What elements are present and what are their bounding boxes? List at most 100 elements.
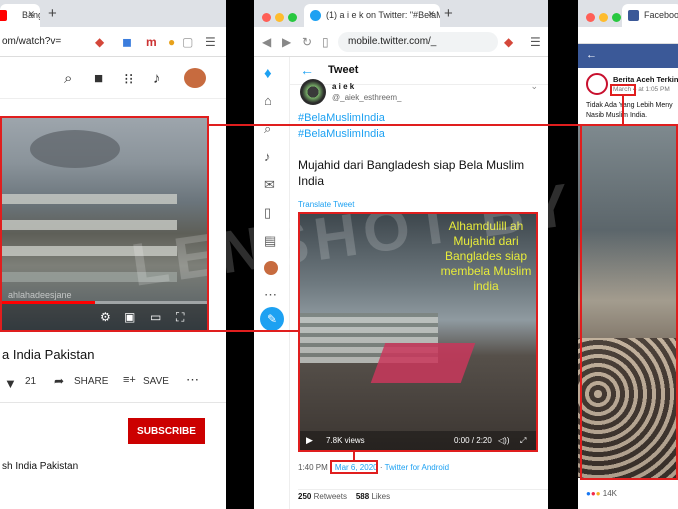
miniplayer-icon[interactable]: ▣ xyxy=(124,310,135,324)
home-icon[interactable]: ⌂ xyxy=(264,93,272,108)
theater-mode-icon[interactable]: ▭ xyxy=(150,310,161,324)
tweet-detail: ← Tweet a i e k @_aiek_esthreem_ ⌄ #Bela… xyxy=(290,57,548,509)
video-actions: ▼ 21 ➦ SHARE ≡+ SAVE ⋯ xyxy=(0,372,226,394)
close-window-icon[interactable] xyxy=(586,13,595,22)
video-ferry-deck xyxy=(0,194,177,204)
youtube-favicon-icon xyxy=(0,10,7,21)
minimize-window-icon[interactable] xyxy=(275,13,284,22)
post-meta: March 4 at 1:05 PM xyxy=(613,86,670,93)
close-window-icon[interactable] xyxy=(262,13,271,22)
tweet-author-handle[interactable]: @_aiek_esthreem_ xyxy=(332,93,402,102)
create-video-icon[interactable]: ■ xyxy=(94,70,103,87)
tweet-meta: 1:40 PM · Mar 6, 2020 · Twitter for Andr… xyxy=(298,463,450,472)
reaction-count: 14K xyxy=(602,489,617,498)
post-text-line: Tidak Ada Yang Lebih Meny xyxy=(586,102,673,109)
explore-search-icon[interactable]: ⌕ xyxy=(264,121,271,137)
apps-grid-icon[interactable]: ⁝⁝ xyxy=(124,70,134,88)
search-icon[interactable]: ⌕ xyxy=(64,70,72,87)
tweet-date[interactable]: Mar 6, 2020 xyxy=(335,463,378,472)
back-arrow-icon[interactable]: ◀ xyxy=(262,35,271,49)
hashtag-link[interactable]: #BelaMuslimIndia xyxy=(298,112,385,124)
page-name[interactable]: Berita Aceh Terkini xyxy=(613,75,678,84)
close-tab-icon[interactable]: ✕ xyxy=(27,9,35,20)
extension-m-icon[interactable]: m xyxy=(146,35,157,49)
video-view-count: 7.8K views xyxy=(326,436,365,445)
brave-shield-icon[interactable]: ◆ xyxy=(504,35,513,49)
more-options-icon[interactable]: ⋯ xyxy=(186,372,199,388)
video-time-code: 0:00 / 2:20 xyxy=(454,436,492,445)
video-controls: ▶ 7.8K views 0:00 / 2:20 ◁)) ⤢ xyxy=(298,431,536,451)
chevron-down-icon[interactable]: ⌄ xyxy=(530,81,538,92)
extension-icon[interactable]: ▢ xyxy=(182,35,193,49)
youtube-header: ⌕ ■ ⁝⁝ ♪ xyxy=(0,57,226,99)
brave-shield-icon[interactable]: ◆ xyxy=(95,35,104,49)
tweet-author-name[interactable]: a i e k xyxy=(332,82,354,91)
like-count[interactable]: 588 xyxy=(356,492,369,501)
twitter-address-bar: ◀ ▶ ↻ ▯ mobile.twitter.com/_ ◆ ☰ xyxy=(254,27,548,57)
settings-gear-icon[interactable]: ⚙ xyxy=(100,310,111,324)
play-icon[interactable]: ▶ xyxy=(306,435,313,446)
retweet-count[interactable]: 250 xyxy=(298,492,311,501)
video-pink-tarp xyxy=(370,343,476,383)
facebook-top-bar: ← xyxy=(578,44,678,68)
fullscreen-icon[interactable]: ⤢ xyxy=(520,436,526,446)
compose-tweet-button[interactable]: ✎ xyxy=(260,307,284,331)
browser-menu-icon[interactable]: ☰ xyxy=(205,35,216,49)
new-tab-icon[interactable]: + xyxy=(444,5,453,22)
screenshot-stage: Bangladesh Indi ✕ + om/watch?v= ◆ ◼ m ● … xyxy=(0,0,678,509)
tweet-header: ← Tweet xyxy=(290,57,548,85)
youtube-video-player[interactable]: ahlahadeesjane ⚙ ▣ ▭ ⛶ xyxy=(0,116,207,330)
dislike-icon[interactable]: ▼ xyxy=(4,376,17,391)
back-arrow-icon[interactable]: ← xyxy=(300,62,314,78)
tweet-source-link[interactable]: Twitter for Android xyxy=(385,463,449,472)
volume-icon[interactable]: ◁)) xyxy=(498,436,509,445)
share-button[interactable]: SHARE xyxy=(74,376,108,387)
tweet-author-avatar[interactable] xyxy=(300,79,326,105)
page-avatar[interactable] xyxy=(586,73,608,95)
forward-arrow-icon[interactable]: ▶ xyxy=(282,35,291,49)
maximize-window-icon[interactable] xyxy=(612,13,621,22)
account-avatar[interactable] xyxy=(184,68,206,88)
divider xyxy=(0,402,226,403)
browser-menu-icon[interactable]: ☰ xyxy=(530,35,541,49)
tweet-stats: 250 Retweets 588 Likes xyxy=(298,489,548,501)
twitter-url-field[interactable]: mobile.twitter.com/_ xyxy=(338,32,498,52)
notifications-bell-icon[interactable]: ♪ xyxy=(264,149,271,164)
twitter-tab-title: (1) a i e k on Twitter: "#BelaMuslim xyxy=(326,10,440,20)
twitter-tab[interactable]: (1) a i e k on Twitter: "#BelaMuslim ✕ xyxy=(304,4,440,27)
minimize-window-icon[interactable] xyxy=(599,13,608,22)
facebook-window: Facebook W ← Berita Aceh Terkini March 4… xyxy=(578,0,678,509)
facebook-tab[interactable]: Facebook W xyxy=(622,4,678,27)
facebook-favicon-icon xyxy=(628,10,639,21)
tweet-time: 1:40 PM xyxy=(298,463,328,472)
notifications-bell-icon[interactable]: ♪ xyxy=(153,70,161,87)
hashtag-link[interactable]: #BelaMuslimIndia xyxy=(298,128,385,140)
save-playlist-icon[interactable]: ≡+ xyxy=(123,374,136,386)
post-date[interactable]: March 4 xyxy=(613,86,636,93)
wow-reaction-icon: ● xyxy=(595,489,601,498)
reactions-bar[interactable]: ●●● 14K xyxy=(586,489,617,498)
extension-pin-icon[interactable]: ● xyxy=(168,35,175,49)
translate-icon[interactable]: ◼ xyxy=(122,35,132,49)
twitter-logo-icon[interactable]: ♦ xyxy=(264,65,272,82)
close-tab-icon[interactable]: ✕ xyxy=(427,9,435,20)
fullscreen-icon[interactable]: ⛶ xyxy=(176,310,184,325)
twitter-tab-bar: (1) a i e k on Twitter: "#BelaMuslim ✕ + xyxy=(254,0,548,27)
subscribe-button[interactable]: SUBSCRIBE xyxy=(128,418,205,444)
save-button[interactable]: SAVE xyxy=(143,376,169,387)
video-controls: ⚙ ▣ ▭ ⛶ xyxy=(0,304,207,330)
messages-envelope-icon[interactable]: ✉ xyxy=(264,177,275,193)
bookmark-icon[interactable]: ▯ xyxy=(322,35,329,49)
post-video[interactable] xyxy=(578,124,678,478)
new-tab-icon[interactable]: + xyxy=(48,5,57,22)
likes-label: Likes xyxy=(371,492,391,501)
post-text-line: Nasib Muslim India. xyxy=(586,112,648,119)
more-menu-icon[interactable]: ⋯ xyxy=(264,287,277,303)
reload-icon[interactable]: ↻ xyxy=(302,35,312,49)
share-icon[interactable]: ➦ xyxy=(54,374,64,388)
back-arrow-icon[interactable]: ← xyxy=(586,49,597,61)
youtube-url-field[interactable]: om/watch?v= xyxy=(0,32,90,52)
video-smoke xyxy=(30,130,120,168)
maximize-window-icon[interactable] xyxy=(288,13,297,22)
youtube-tab[interactable]: Bangladesh Indi ✕ xyxy=(0,4,40,27)
